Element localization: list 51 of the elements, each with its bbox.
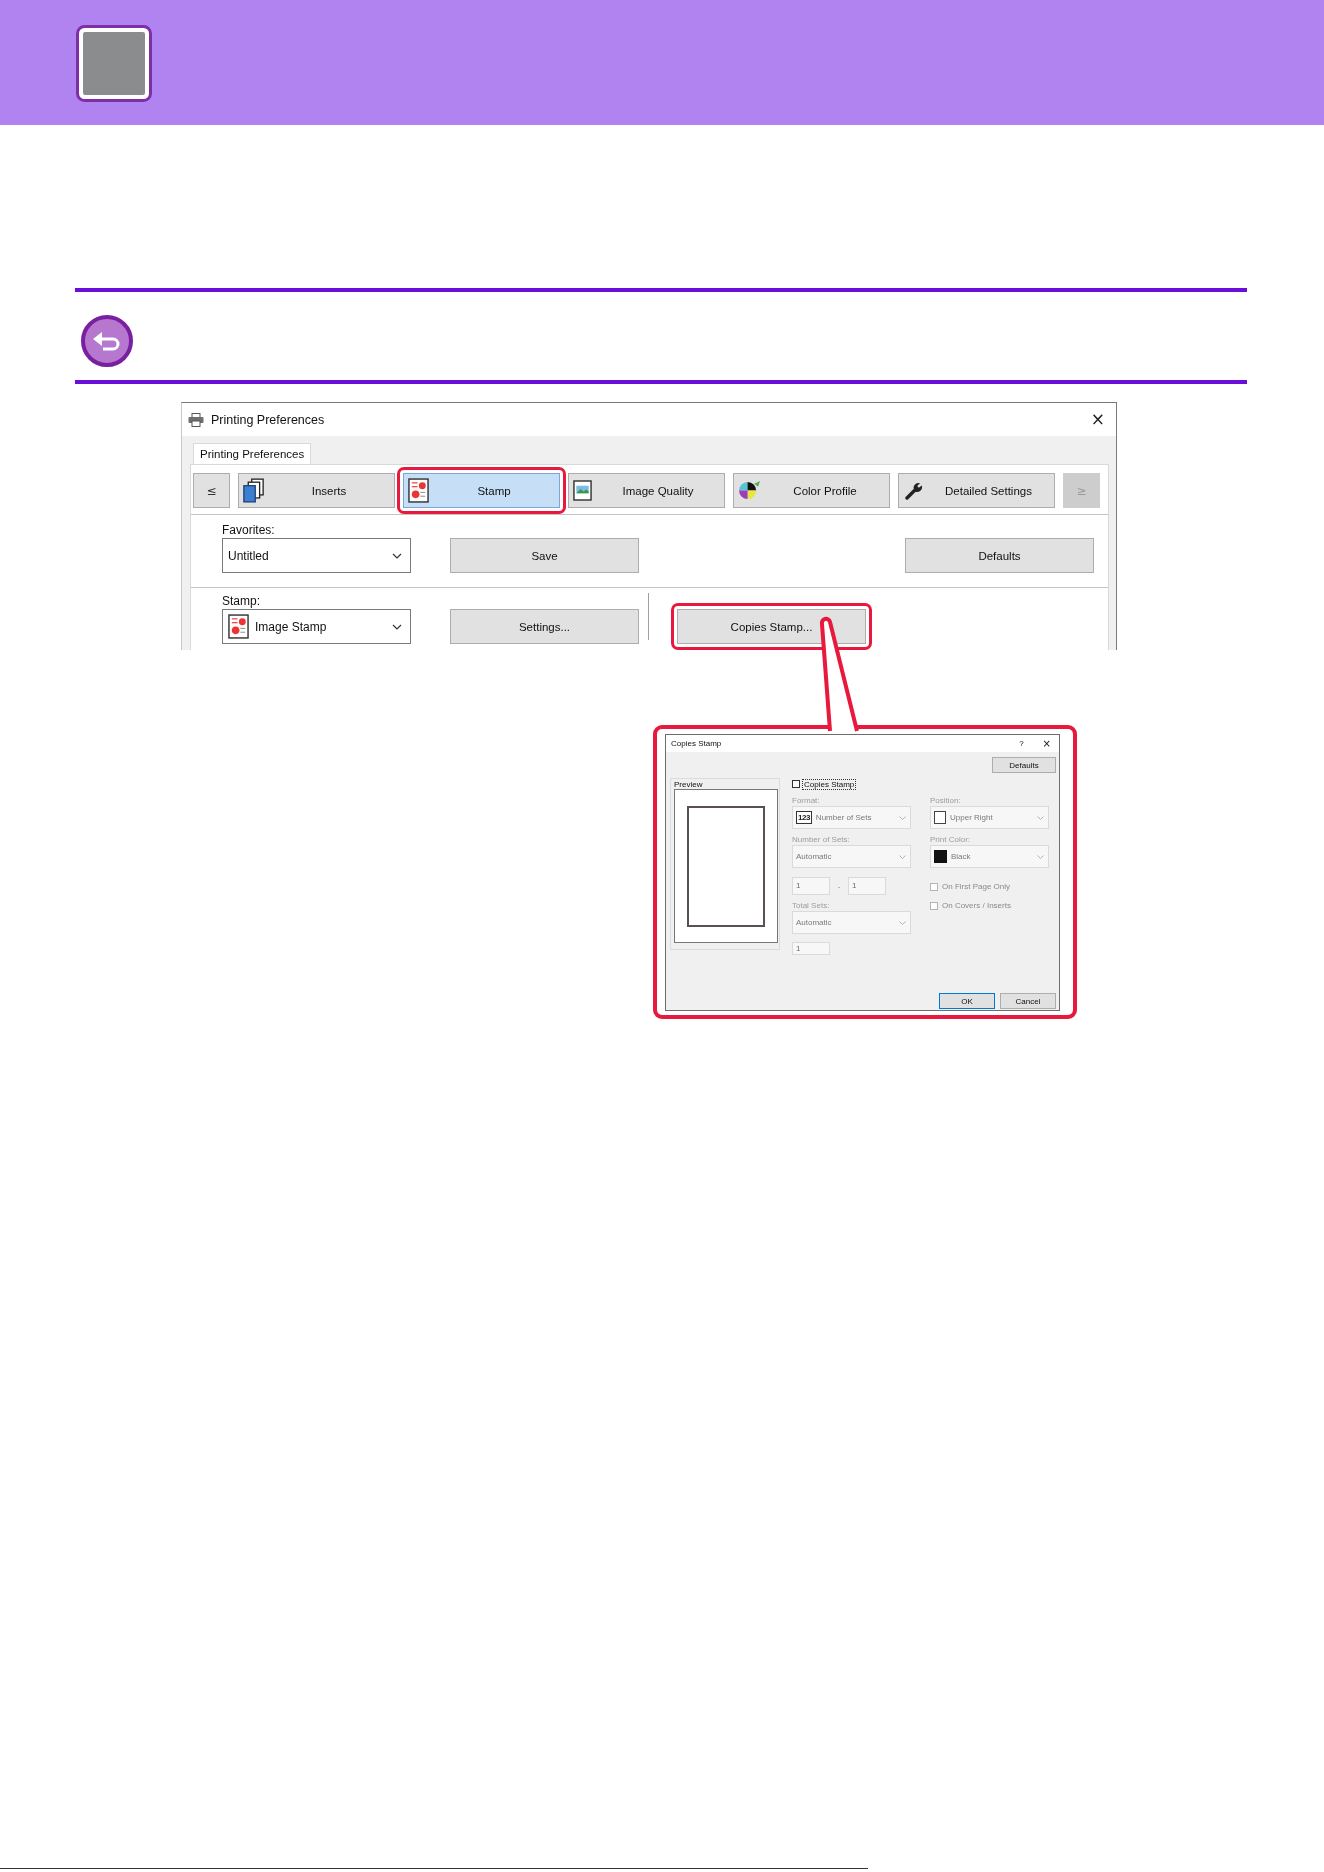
window-title: Printing Preferences bbox=[211, 412, 325, 427]
chevron-icon bbox=[392, 552, 402, 559]
defaults-button[interactable]: Defaults bbox=[992, 757, 1056, 773]
category-tab[interactable]: Stamp bbox=[403, 473, 560, 508]
chevron-icon bbox=[899, 920, 906, 925]
picture-icon bbox=[573, 480, 592, 501]
dropdown[interactable]: Untitled bbox=[222, 538, 411, 573]
save-button[interactable]: Save bbox=[450, 538, 639, 573]
stamp-icon bbox=[228, 614, 249, 639]
field-label: Format: bbox=[792, 796, 821, 806]
chevron-icon bbox=[1037, 854, 1044, 859]
tab[interactable]: Printing Preferences bbox=[193, 443, 312, 464]
cancel-button[interactable]: Cancel bbox=[1000, 993, 1056, 1009]
color-wheel-icon bbox=[738, 480, 761, 501]
category-tab[interactable]: Inserts bbox=[238, 473, 395, 508]
category-tab[interactable]: Detailed Settings bbox=[898, 473, 1055, 508]
defaults-button[interactable]: Defaults bbox=[905, 538, 1094, 573]
close-button[interactable]: × bbox=[1085, 411, 1110, 428]
group-label: Preview bbox=[674, 780, 704, 789]
chevron-icon bbox=[899, 815, 906, 820]
checkbox-label[interactable]: Copies Stamp bbox=[802, 778, 857, 790]
arrow-button[interactable]: ≤ bbox=[193, 473, 230, 508]
field-label: Number of Sets: bbox=[792, 835, 851, 845]
category-tab[interactable]: Image Quality bbox=[568, 473, 725, 508]
format-badge: 123 bbox=[796, 811, 812, 824]
chevron-icon bbox=[899, 854, 906, 859]
window-title: Copies Stamp bbox=[671, 739, 722, 748]
back-icon bbox=[81, 315, 133, 367]
tile-icon bbox=[76, 25, 152, 102]
range-separator: - bbox=[836, 881, 842, 891]
field-label: Stamp: bbox=[222, 594, 261, 609]
stamp-icon bbox=[408, 478, 429, 503]
wrench-icon bbox=[905, 481, 923, 500]
swatch-icon bbox=[934, 850, 947, 863]
ok-button[interactable]: OK bbox=[939, 993, 995, 1009]
field-label: Position: bbox=[930, 796, 962, 806]
settings-button[interactable]: Settings... bbox=[450, 609, 639, 644]
chevron-icon bbox=[1037, 815, 1044, 820]
field-label: Total Sets: bbox=[792, 901, 831, 911]
chevron-icon bbox=[392, 623, 402, 630]
field-label: Favorites: bbox=[222, 523, 276, 538]
printer-icon bbox=[188, 412, 204, 427]
copies-stamp-button[interactable]: Copies Stamp... bbox=[677, 609, 866, 644]
checkbox[interactable] bbox=[792, 780, 800, 788]
close-button[interactable]: × bbox=[1042, 738, 1051, 749]
help-button[interactable]: ? bbox=[1019, 739, 1024, 748]
dropdown[interactable]: Image Stamp bbox=[222, 609, 411, 644]
category-tab[interactable]: Color Profile bbox=[733, 473, 890, 508]
pages-icon bbox=[243, 478, 264, 503]
page-icon bbox=[934, 811, 946, 824]
field-label: Print Color: bbox=[930, 835, 971, 845]
